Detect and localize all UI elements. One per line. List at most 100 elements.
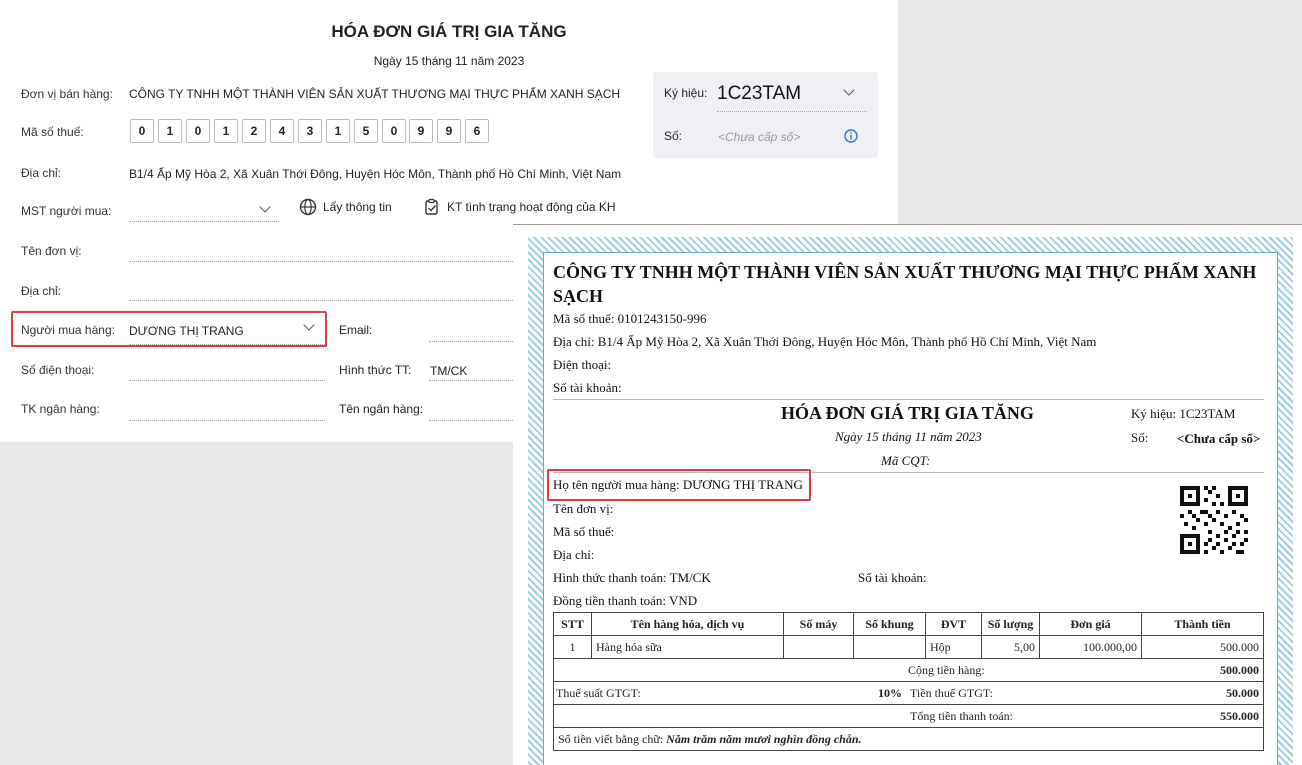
total-value: 550.000: [1220, 709, 1259, 723]
number-label: Số:: [664, 129, 683, 143]
cell: 5,00: [981, 635, 1040, 659]
tax-digit-box: 1: [326, 119, 350, 143]
vat-amount-value: 50.000: [1226, 686, 1259, 700]
invoice-currency-line: Đồng tiền thanh toán: VND: [553, 593, 698, 608]
tax-digit-box: 9: [437, 119, 461, 143]
total-label: Tổng tiền thanh toán:: [910, 709, 1013, 723]
unit-name-label: Tên đơn vị:: [21, 244, 82, 258]
form-date: Ngày 15 tháng 11 năm 2023: [373, 54, 525, 68]
words-row: Số tiền viết bằng chữ: Năm trăm năm mươi…: [553, 727, 1264, 751]
number-placeholder: <Chưa cấp số>: [718, 130, 801, 144]
cell: 1: [553, 635, 592, 659]
tax-digit-box: 1: [214, 119, 238, 143]
email-input[interactable]: [429, 341, 513, 342]
subtotal-label: Cộng tiền hàng:: [908, 663, 985, 677]
cell: [853, 635, 926, 659]
seller-label: Đơn vị bán hàng:: [21, 87, 113, 101]
total-row: Tổng tiền thanh toán: 550.000: [553, 704, 1264, 728]
payment-label: Hình thức TT:: [339, 363, 412, 377]
invoice-tax-line: Mã số thuế: 0101243150-996: [553, 311, 707, 326]
vat-rate-value: 10%: [878, 686, 902, 700]
invoice-address2-line: Địa chỉ:: [553, 547, 595, 562]
bank-name-input[interactable]: [429, 420, 513, 421]
tax-code-label: Mã số thuế:: [21, 125, 84, 139]
form-title: HÓA ĐƠN GIÁ TRỊ GIA TĂNG: [331, 22, 567, 41]
buyer-tax-input[interactable]: [129, 196, 279, 222]
highlight-buyer-field: [11, 311, 327, 347]
invoice-preview: CÔNG TY TNHH MỘT THÀNH VIÊN SẢN XUẤT THƯ…: [513, 224, 1302, 765]
unit-name-input[interactable]: [129, 261, 519, 262]
bank-name-label: Tên ngân hàng:: [339, 402, 424, 416]
cell: Hộp: [925, 635, 982, 659]
buyer-tax-label: MST người mua:: [21, 204, 112, 218]
invoice-items-table: STT Tên hàng hóa, dịch vụ Số máy Số khun…: [553, 612, 1264, 751]
invoice-taxcode-line: Mã số thuế:: [553, 524, 615, 539]
symbol-value: 1C23TAM: [717, 83, 802, 104]
address2-label: Địa chỉ:: [21, 284, 62, 298]
subtotal-value: 500.000: [1220, 663, 1259, 677]
qr-code-icon: [1180, 486, 1248, 554]
tax-digit-box: 5: [354, 119, 378, 143]
subtotal-row: Cộng tiền hàng: 500.000: [553, 658, 1264, 682]
invoice-payment-line: Hình thức thanh toán: TM/CK: [553, 570, 711, 585]
address-label: Địa chỉ:: [21, 166, 62, 180]
col-qty: Số lượng: [981, 612, 1040, 636]
words-label: Số tiền viết bằng chữ:: [558, 731, 664, 746]
bank-account-label: TK ngân hàng:: [21, 402, 100, 416]
tax-digit-box: 2: [242, 119, 266, 143]
company-name-line1: CÔNG TY TNHH MỘT THÀNH VIÊN SẢN XUẤT THƯ…: [553, 262, 1257, 282]
invoice-unit-line: Tên đơn vị:: [553, 501, 614, 516]
chevron-down-icon: [843, 84, 855, 96]
address-value: B1/4 Ấp Mỹ Hòa 2, Xã Xuân Thới Đông, Huy…: [129, 167, 622, 181]
tax-digit-box: 6: [465, 119, 489, 143]
tax-digit-box: 4: [270, 119, 294, 143]
tax-digit-box: 0: [186, 119, 210, 143]
vat-amount-label: Tiền thuế GTGT:: [910, 686, 993, 700]
col-name: Tên hàng hóa, dịch vụ: [591, 612, 784, 636]
cell: [783, 635, 854, 659]
tax-digit-box: 9: [409, 119, 433, 143]
invoice-address-line: Địa chỉ: B1/4 Ấp Mỹ Hòa 2, Xã Xuân Thới …: [553, 334, 1097, 349]
table-row: 1 Hàng hóa sữa Hộp 5,00 100.000,00 500.0…: [553, 635, 1264, 659]
fetch-info-label: Lấy thông tin: [323, 200, 392, 214]
tax-digit-box: 3: [298, 119, 322, 143]
tax-digit-box: 0: [382, 119, 406, 143]
cell: Hàng hóa sữa: [591, 635, 784, 659]
cell: 500.000: [1141, 635, 1264, 659]
col-unit: ĐVT: [925, 612, 982, 636]
company-name-line2: SẠCH: [553, 286, 604, 306]
col-frame: Số khung: [853, 612, 926, 636]
cell: 100.000,00: [1039, 635, 1142, 659]
col-machine: Số máy: [783, 612, 854, 636]
vat-row: Thuế suất GTGT: 10% Tiền thuế GTGT: 50.0…: [553, 681, 1264, 705]
invoice-cqt: Mã CQT:: [881, 453, 931, 468]
vat-rate-label: Thuế suất GTGT:: [556, 686, 641, 700]
payment-select[interactable]: TM/CK: [429, 358, 513, 382]
check-status-button[interactable]: KT tình trạng hoạt động của KH: [423, 197, 616, 217]
address2-input[interactable]: [129, 300, 519, 301]
payment-value: TM/CK: [430, 364, 468, 378]
clipboard-check-icon: [425, 198, 438, 215]
col-stt: STT: [553, 612, 592, 636]
col-amount: Thành tiền: [1141, 612, 1264, 636]
invoice-date: Ngày 15 tháng 11 năm 2023: [835, 429, 982, 444]
invoice-number-value: <Chưa cấp số>: [1177, 431, 1261, 446]
col-price: Đơn giá: [1039, 612, 1142, 636]
table-header-row: STT Tên hàng hóa, dịch vụ Số máy Số khun…: [553, 612, 1264, 636]
invoice-account-line: Số tài khoản:: [553, 380, 622, 395]
invoice-phone-line: Điện thoại:: [553, 357, 612, 372]
words-value: Năm trăm năm mươi nghìn đồng chẵn.: [666, 731, 862, 746]
chevron-down-icon: [259, 201, 271, 213]
symbol-select[interactable]: 1C23TAM: [717, 78, 867, 112]
info-icon[interactable]: [844, 129, 858, 143]
tax-digit-box: 0: [130, 119, 154, 143]
phone-input[interactable]: [129, 380, 325, 381]
bank-account-input[interactable]: [129, 420, 325, 421]
check-status-label: KT tình trạng hoạt động của KH: [447, 200, 616, 214]
highlight-buyer-line: [547, 469, 811, 501]
globe-icon: [299, 198, 317, 216]
symbol-number-panel: Ký hiệu: 1C23TAM Số: <Chưa cấp số>: [653, 72, 878, 158]
fetch-info-button[interactable]: Lấy thông tin: [299, 197, 392, 217]
invoice-number-label: Số:: [1131, 430, 1149, 445]
phone-label: Số điện thoại:: [21, 363, 95, 377]
